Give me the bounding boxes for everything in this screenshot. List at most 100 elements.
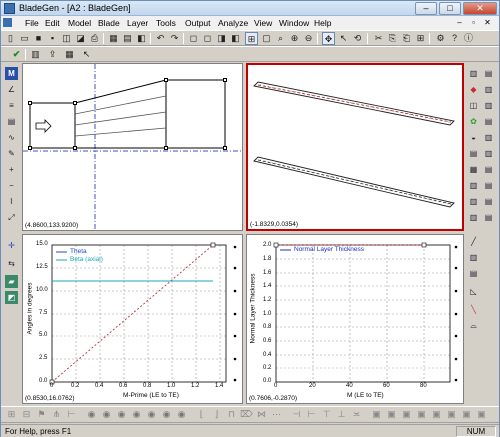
import-icon[interactable]: ◫ xyxy=(60,32,73,45)
node-tool-7-icon[interactable]: ▣ xyxy=(460,408,473,421)
grid-icon[interactable]: ⊞ xyxy=(414,32,427,45)
lens-icon[interactable]: ⌓ xyxy=(467,319,480,332)
plot8-icon[interactable]: ▥ xyxy=(467,179,480,192)
thickness-mode-icon[interactable]: ≡ xyxy=(5,99,18,112)
node-tool-5-icon[interactable]: ▣ xyxy=(430,408,443,421)
align-right-icon[interactable]: ⊢ xyxy=(305,408,318,421)
edit-table-icon[interactable]: ▥ xyxy=(29,48,42,61)
menu-analyze[interactable]: Analyze xyxy=(218,18,248,28)
mdi-restore-button[interactable]: ▫ xyxy=(468,17,479,28)
flag-icon[interactable]: ⚑ xyxy=(35,408,48,421)
solid-view-icon[interactable]: ◆ xyxy=(467,83,480,96)
menu-help[interactable]: Help xyxy=(314,18,331,28)
export-icon[interactable]: ◪ xyxy=(74,32,87,45)
plot10-icon[interactable]: ▥ xyxy=(467,195,480,208)
bracket-left-icon[interactable]: ⌊ xyxy=(195,408,208,421)
save-as-icon[interactable]: ▪ xyxy=(46,32,59,45)
four-pane-icon[interactable]: ⊞ xyxy=(245,32,258,45)
plot13-icon[interactable]: ▤ xyxy=(482,211,495,224)
rotate-icon[interactable]: ⟲ xyxy=(351,32,364,45)
ruler-icon[interactable]: ◺ xyxy=(467,285,480,298)
spline-icon[interactable]: ⌇ xyxy=(5,195,18,208)
spreadsheet-icon[interactable]: ▦ xyxy=(63,48,76,61)
circle-tool-3-icon[interactable]: ◉ xyxy=(115,408,128,421)
list-icon[interactable]: ▤ xyxy=(467,147,480,160)
view-left-icon[interactable]: ◨ xyxy=(215,32,228,45)
merge-icon[interactable]: ⋯ xyxy=(270,408,283,421)
thickness-chart-pane[interactable]: Normal Layer Thickness Normal Layer Thic… xyxy=(246,234,464,404)
open-folder-icon[interactable]: ▭ xyxy=(18,32,31,45)
mirror-icon[interactable]: ⋈ xyxy=(255,408,268,421)
cursor-icon[interactable]: ↖ xyxy=(80,48,93,61)
mdi-close-button[interactable]: ✕ xyxy=(482,17,493,28)
info-icon[interactable]: ⓘ xyxy=(462,32,475,45)
circle-tool-6-icon[interactable]: ◉ xyxy=(160,408,173,421)
split-vertical-icon[interactable]: ◻ xyxy=(201,32,214,45)
save-icon[interactable]: ■ xyxy=(32,32,45,45)
align-left-icon[interactable]: ⊣ xyxy=(290,408,303,421)
scale-icon[interactable]: ⊥ xyxy=(335,408,348,421)
menu-file[interactable]: File xyxy=(25,18,39,28)
pointer-icon[interactable]: ↖ xyxy=(337,32,350,45)
rows-icon[interactable]: ⊟ xyxy=(20,408,33,421)
circle-tool-7-icon[interactable]: ◉ xyxy=(175,408,188,421)
node-tool-1-icon[interactable]: ▣ xyxy=(370,408,383,421)
node-tool-3-icon[interactable]: ▣ xyxy=(400,408,413,421)
zoom-out-icon[interactable]: ⊖ xyxy=(302,32,315,45)
circle-tool-1-icon[interactable]: ◉ xyxy=(85,408,98,421)
node-tool-4-icon[interactable]: ▣ xyxy=(415,408,428,421)
redo-icon[interactable]: ↷ xyxy=(168,32,181,45)
pan-move-icon[interactable]: ✥ xyxy=(322,32,335,45)
maximize-button[interactable]: □ xyxy=(439,2,461,15)
tree-icon[interactable]: ⋔ xyxy=(50,408,63,421)
step-icon[interactable]: ⊓ xyxy=(225,408,238,421)
copy-icon[interactable]: ⎘ xyxy=(386,32,399,45)
table-icon[interactable]: ▦ xyxy=(107,32,120,45)
split-horizontal-icon[interactable]: ◻ xyxy=(187,32,200,45)
node-tool-8-icon[interactable]: ▣ xyxy=(475,408,488,421)
menu-output[interactable]: Output xyxy=(185,18,211,28)
view-blade-icon[interactable]: ◫ xyxy=(467,99,480,112)
plot2-icon[interactable]: ▥ xyxy=(482,83,495,96)
menu-layer[interactable]: Layer xyxy=(127,18,148,28)
split-icon[interactable]: ⊢ xyxy=(65,408,78,421)
offset-icon[interactable]: ≍ xyxy=(350,408,363,421)
crosshair-icon[interactable]: ✛ xyxy=(5,239,18,252)
add-point-icon[interactable]: + xyxy=(5,163,18,176)
filter-icon[interactable]: ⚙ xyxy=(434,32,447,45)
edit-curve-icon[interactable]: ✎ xyxy=(5,147,18,160)
color-map-icon[interactable]: ✿ xyxy=(467,115,480,128)
curve-icon[interactable]: ∿ xyxy=(5,131,18,144)
hub-shroud-icon[interactable]: ◒ xyxy=(467,131,480,144)
menu-edit[interactable]: Edit xyxy=(45,18,60,28)
align-icon[interactable]: ⇆ xyxy=(5,257,18,270)
line-plot-icon[interactable]: ╱ xyxy=(467,235,480,248)
paste-icon[interactable]: ⎗ xyxy=(400,32,413,45)
undo-icon[interactable]: ↶ xyxy=(154,32,167,45)
plot4-icon[interactable]: ▤ xyxy=(482,115,495,128)
menu-tools[interactable]: Tools xyxy=(156,18,176,28)
layer-icon[interactable]: ▤ xyxy=(5,115,18,128)
chart-view-icon[interactable]: ▥ xyxy=(467,67,480,80)
plot12-icon[interactable]: ▥ xyxy=(467,211,480,224)
blade-3d-icon[interactable]: ◩ xyxy=(5,291,18,304)
check-icon[interactable]: ✔ xyxy=(10,48,23,61)
minimize-button[interactable]: – xyxy=(415,2,437,15)
remove-point-icon[interactable]: − xyxy=(5,179,18,192)
close-button[interactable]: ✕ xyxy=(463,2,497,15)
plot6-icon[interactable]: ▥ xyxy=(482,147,495,160)
plot7-icon[interactable]: ▤ xyxy=(482,163,495,176)
export-data-icon[interactable]: ⇪ xyxy=(46,48,59,61)
plot11-icon[interactable]: ▤ xyxy=(482,195,495,208)
distribute-icon[interactable]: ⊤ xyxy=(320,408,333,421)
properties-icon[interactable]: ▤ xyxy=(121,32,134,45)
fit-icon[interactable]: ⤢ xyxy=(5,211,18,224)
plot9-icon[interactable]: ▤ xyxy=(482,179,495,192)
slope-icon[interactable]: ╲ xyxy=(467,303,480,316)
layout-icon[interactable]: ◧ xyxy=(135,32,148,45)
mdi-minimize-button[interactable]: – xyxy=(454,17,465,28)
angle-mode-icon[interactable]: ∠ xyxy=(5,83,18,96)
print-icon[interactable]: ⎙ xyxy=(88,32,101,45)
plot-icon[interactable]: ▤ xyxy=(482,67,495,80)
window-icon[interactable]: ▢ xyxy=(260,32,273,45)
